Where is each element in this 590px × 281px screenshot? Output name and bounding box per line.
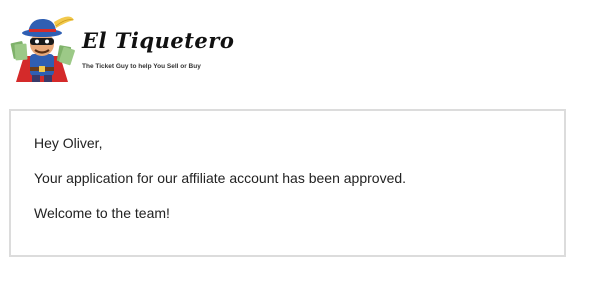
greeting-text: Hey Oliver, <box>34 135 103 151</box>
message-card: Hey Oliver, Your application for our aff… <box>9 109 566 257</box>
brand-name: El Tiquetero <box>82 28 235 53</box>
brand-tagline: The Ticket Guy to help You Sell or Buy <box>82 63 201 70</box>
approval-message-text: Your application for our affiliate accou… <box>34 170 407 186</box>
closing-text: Welcome to the team! <box>34 205 170 221</box>
email-header: El Tiquetero The Ticket Guy to help You … <box>10 12 270 92</box>
bandit-mascot-with-tickets-icon <box>10 16 75 82</box>
